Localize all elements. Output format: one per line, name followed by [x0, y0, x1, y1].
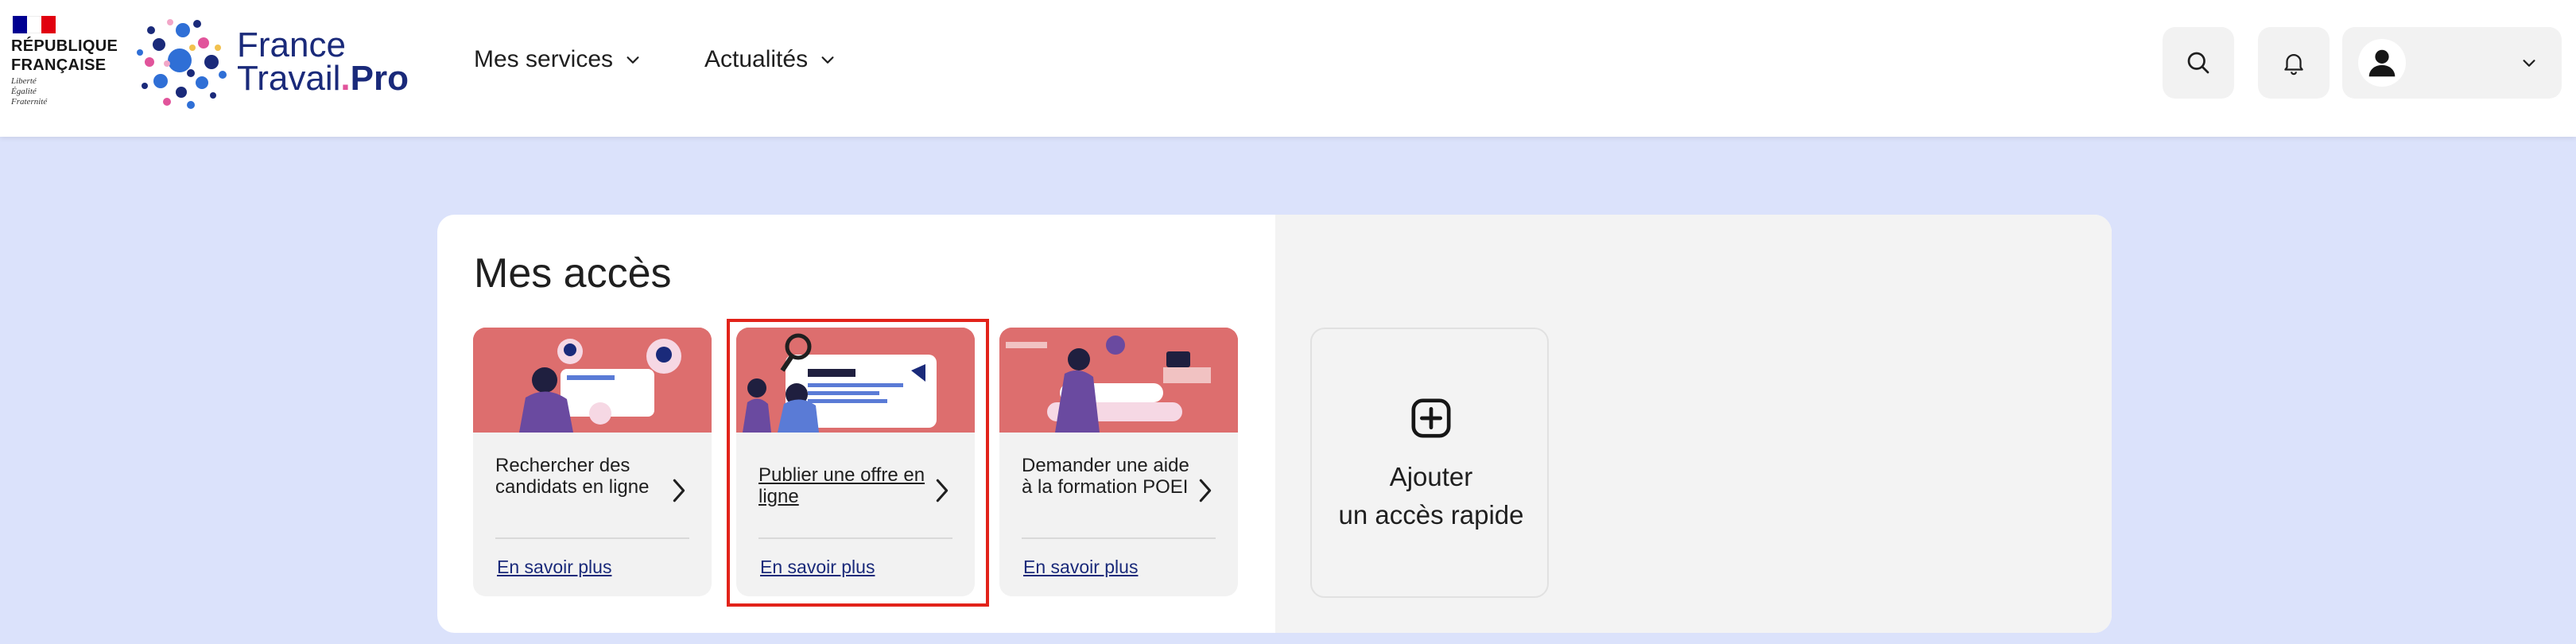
brand-wordmark: France Travail.Pro: [237, 25, 409, 98]
chevron-down-icon: [627, 56, 639, 64]
account-menu-button[interactable]: [2342, 27, 2562, 99]
nav-actualites-label: Actualités: [704, 46, 809, 72]
training-aid-illustration: [999, 328, 1238, 433]
republique-title: RÉPUBLIQUE FRANÇAISE: [11, 37, 118, 74]
en-savoir-plus-link[interactable]: En savoir plus: [1023, 557, 1138, 578]
en-savoir-plus-link[interactable]: En savoir plus: [497, 557, 611, 578]
french-flag-icon: [13, 16, 56, 33]
card-divider: [1022, 537, 1216, 539]
brand-pro: Pro: [350, 59, 409, 98]
card-divider: [758, 537, 952, 539]
site-header: RÉPUBLIQUE FRANÇAISE Liberté Égalité Fra…: [0, 0, 2576, 137]
nav-mes-services[interactable]: Mes services: [474, 46, 642, 73]
card-divider: [495, 537, 689, 539]
add-quick-access-button[interactable]: Ajouter un accès rapide: [1310, 328, 1549, 598]
mes-acces-panel: Mes accès Rechercher des candidats en li…: [437, 215, 2112, 633]
plus-square-icon: [1411, 398, 1451, 438]
card-title: Rechercher des candidats en ligne: [495, 455, 650, 498]
search-button[interactable]: [2163, 27, 2234, 99]
chevron-right-icon: [1199, 479, 1212, 502]
en-savoir-plus-link[interactable]: En savoir plus: [760, 557, 875, 578]
republique-francaise-logo[interactable]: RÉPUBLIQUE FRANÇAISE Liberté Égalité Fra…: [11, 16, 122, 111]
notifications-button[interactable]: [2258, 27, 2330, 99]
search-icon: [2187, 52, 2209, 74]
card-title: Demander une aide à la formation POEI: [1022, 455, 1189, 498]
chevron-down-icon: [2523, 60, 2535, 67]
brand-line-2: Travail.Pro: [237, 59, 409, 98]
brand-dot: .: [340, 59, 351, 98]
chevron-right-icon: [673, 479, 685, 502]
nav-mes-services-label: Mes services: [474, 46, 614, 72]
chevron-right-icon: [936, 479, 949, 502]
brand-travail: Travail: [237, 59, 341, 98]
republique-motto: Liberté Égalité Fraternité: [11, 76, 48, 107]
nav-actualites[interactable]: Actualités: [704, 46, 836, 73]
add-quick-access-label: Ajouter un accès rapide: [1312, 458, 1550, 534]
bell-icon: [2284, 54, 2303, 76]
card-rechercher-candidats[interactable]: Rechercher des candidats en ligne En sav…: [473, 328, 712, 596]
avatar: [2358, 39, 2406, 87]
card-demander-aide-poei[interactable]: Demander une aide à la formation POEI En…: [999, 328, 1238, 596]
brand-line-1: France: [237, 25, 346, 64]
card-publier-offre[interactable]: Publier une offre en ligne En savoir plu…: [736, 328, 975, 596]
add-label-line-1: Ajouter: [1389, 462, 1473, 491]
card-title: Publier une offre en ligne: [758, 464, 925, 507]
candidates-search-illustration: [473, 328, 712, 433]
france-travail-pro-logo[interactable]: France Travail.Pro: [135, 13, 421, 111]
chevron-down-icon: [821, 56, 834, 64]
france-travail-dots-icon: [137, 19, 227, 109]
publish-offer-illustration: [736, 328, 975, 433]
user-avatar-icon: [2368, 49, 2396, 77]
add-label-line-2: un accès rapide: [1338, 500, 1524, 530]
page-title: Mes accès: [474, 250, 672, 297]
